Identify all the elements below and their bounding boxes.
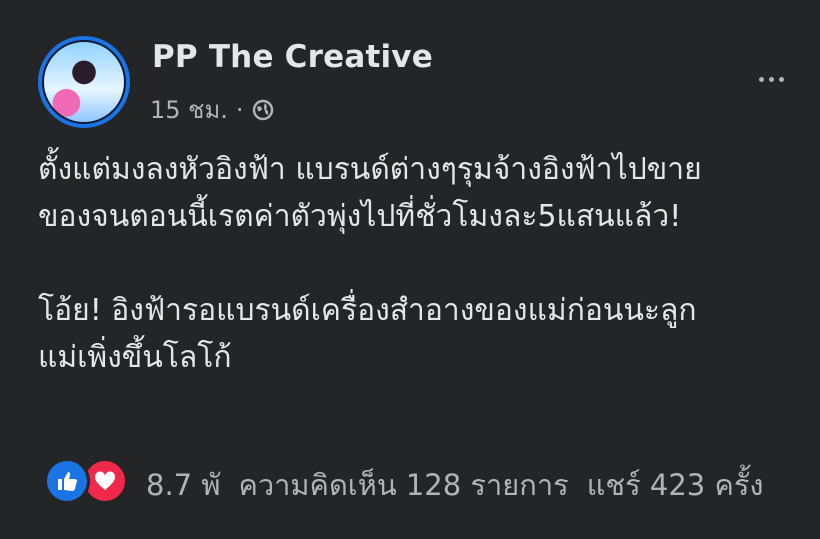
comment-count[interactable]: ความคิดเห็น 128 รายการ (238, 462, 568, 508)
share-count[interactable]: แชร์ 423 ครั้ง (587, 462, 764, 508)
post-body: ตั้งแต่มงลงหัวอิงฟ้า แบรนด์ต่างๆรุมจ้างอ… (38, 146, 808, 381)
more-options-dot (768, 76, 774, 82)
post-meta: 15 ชม. · (150, 90, 274, 129)
page-avatar[interactable] (38, 36, 130, 128)
post-text-line: แม่เพิ่งขึ้นโลโก้ (38, 340, 232, 375)
more-options-button[interactable] (750, 58, 792, 100)
post-text-line: ของจนตอนนี้เรตค่าตัวพุ่งไปที่ชั่วโมงละ5แ… (38, 199, 682, 234)
like-icon (44, 458, 90, 504)
engagement-stats: 8.7 พั ความคิดเห็น 128 รายการ แชร์ 423 ค… (146, 462, 764, 508)
globe-icon[interactable] (252, 99, 274, 121)
page-name-link[interactable]: PP The Creative (152, 39, 433, 75)
more-options-icon (758, 76, 764, 82)
post-text-line: ตั้งแต่มงลงหัวอิงฟ้า แบรนด์ต่างๆรุมจ้างอ… (38, 152, 702, 187)
avatar-image (42, 40, 126, 124)
meta-separator: · (235, 95, 244, 124)
reaction-icons[interactable] (44, 458, 128, 504)
post-timestamp[interactable]: 15 ชม. (150, 90, 228, 129)
more-options-dot (778, 76, 784, 82)
reaction-count[interactable]: 8.7 พั (146, 462, 220, 508)
post-text-line: โอ้ย! อิงฟ้ารอแบรนด์เครื่องสำอางของแม่ก่… (38, 293, 697, 328)
